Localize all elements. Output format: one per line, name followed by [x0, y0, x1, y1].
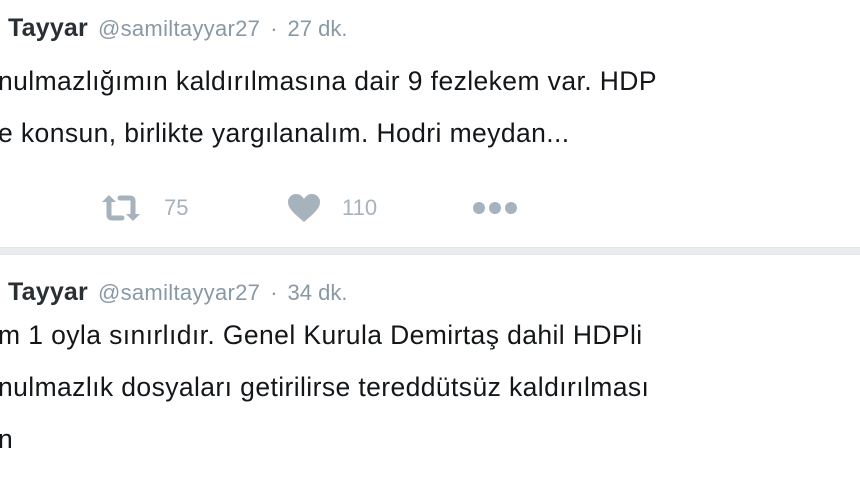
author-name[interactable]: Tayyar: [8, 14, 88, 43]
retweet-icon: [98, 193, 144, 223]
tweet-header: Tayyar @samiltayyar27 · 27 dk.: [0, 14, 347, 54]
tweet-text-line: nulmazlık dosyaları getirilirse tereddüt…: [0, 372, 650, 402]
author-handle[interactable]: @samiltayyar27: [98, 280, 260, 306]
retweet-count: 75: [164, 195, 189, 220]
tweet-text-line: m 1 oyla sınırlıdır. Genel Kurula Demirt…: [0, 320, 643, 350]
header-separator: ·: [270, 280, 278, 305]
heart-icon: [286, 192, 322, 224]
tweet-text-line: n: [0, 424, 14, 454]
like-count: 110: [342, 195, 378, 220]
like-button[interactable]: 110: [286, 186, 377, 230]
tweet-header: Tayyar @samiltayyar27 · 34 dk.: [0, 278, 347, 318]
more-dots-icon: [472, 200, 518, 216]
header-separator: ·: [270, 16, 278, 41]
tweet-text-line: e konsun, birlikte yargılanalım. Hodri m…: [0, 118, 570, 148]
tweet-text-line: nulmazlığımın kaldırılmasına dair 9 fezl…: [0, 66, 657, 96]
retweet-button[interactable]: 75: [98, 186, 188, 230]
tweet-card[interactable]: Tayyar @samiltayyar27 · 27 dk. nulmazlığ…: [0, 0, 860, 248]
tweet-actions: 75 110: [0, 186, 860, 230]
tweet-card[interactable]: Tayyar @samiltayyar27 · 34 dk. m 1 oyla …: [0, 252, 860, 480]
tweet-feed: Tayyar @samiltayyar27 · 27 dk. nulmazlığ…: [0, 0, 860, 480]
more-options-button[interactable]: [472, 186, 518, 230]
tweet-timestamp[interactable]: 34 dk.: [288, 280, 348, 306]
tweet-timestamp[interactable]: 27 dk.: [288, 16, 348, 42]
author-name[interactable]: Tayyar: [8, 278, 88, 307]
author-handle[interactable]: @samiltayyar27: [98, 16, 260, 42]
